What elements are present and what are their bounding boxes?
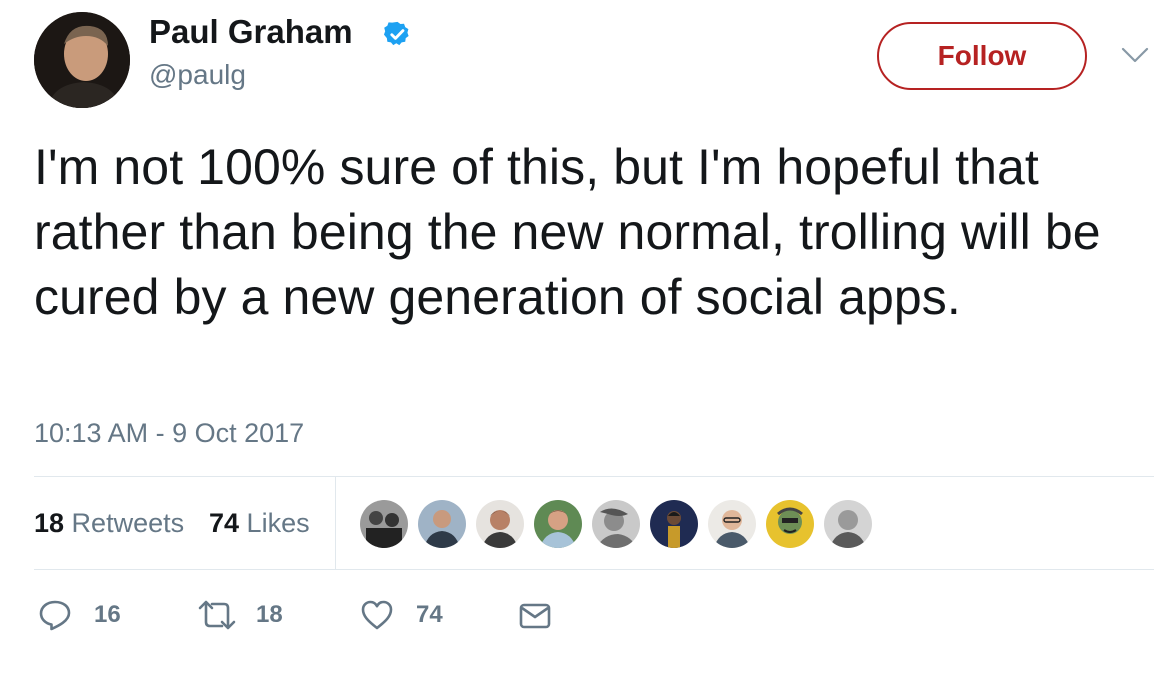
stats-vertical-divider <box>335 476 336 570</box>
stats-divider-top <box>34 476 1154 477</box>
liker-avatar[interactable] <box>648 498 700 550</box>
likes-label: Likes <box>239 508 310 538</box>
reply-count: 16 <box>94 601 121 628</box>
tweet-timestamp[interactable]: 10:13 AM - 9 Oct 2017 <box>34 416 304 450</box>
retweets-count: 18 <box>34 508 65 538</box>
verified-badge-icon <box>383 21 409 46</box>
liker-avatar[interactable] <box>358 498 410 550</box>
liker-avatar[interactable] <box>416 498 468 550</box>
tweet-text: I'm not 100% sure of this, but I'm hopef… <box>34 139 1101 325</box>
liker-avatar[interactable] <box>706 498 758 550</box>
liker-avatar[interactable] <box>474 498 526 550</box>
stats-divider-bottom <box>34 569 1154 570</box>
heart-icon <box>361 600 393 630</box>
like-count: 74 <box>416 601 443 628</box>
author-avatar[interactable] <box>34 12 130 108</box>
avatar <box>34 12 130 108</box>
liker-avatar[interactable] <box>764 498 816 550</box>
direct-message-button[interactable] <box>518 598 552 632</box>
liker-avatar[interactable] <box>532 498 584 550</box>
liker-avatar[interactable] <box>590 498 642 550</box>
retweets-stat[interactable]: 18 Retweets <box>34 506 184 540</box>
reply-icon <box>39 600 71 631</box>
retweet-count: 18 <box>256 601 283 628</box>
follow-button[interactable]: Follow <box>877 22 1087 90</box>
chevron-down-icon[interactable] <box>1120 44 1150 66</box>
retweets-label: Retweets <box>64 508 185 538</box>
likes-stat[interactable]: 74 Likes <box>209 506 310 540</box>
likes-count: 74 <box>209 508 240 538</box>
liker-avatar[interactable] <box>822 498 874 550</box>
author-username[interactable]: @paulg <box>149 58 246 92</box>
envelope-icon <box>519 603 551 629</box>
author-display-name[interactable]: Paul Graham <box>149 12 353 52</box>
retweet-icon <box>198 600 236 630</box>
